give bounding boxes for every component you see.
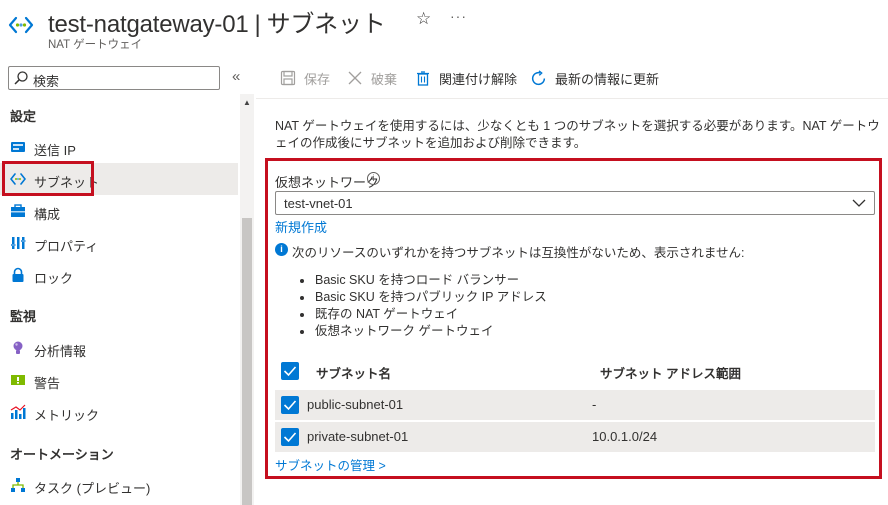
sidebar-item-properties[interactable]: プロパティ xyxy=(0,227,238,259)
list-item: 既存の NAT ゲートウェイ xyxy=(298,306,547,323)
title-separator: | xyxy=(254,11,261,38)
menu-search-input[interactable]: 検索 xyxy=(8,66,220,90)
row-checkbox[interactable] xyxy=(281,428,299,446)
resource-name: test-natgateway-01 xyxy=(48,11,249,38)
subnet-menu-highlight xyxy=(2,161,94,196)
discard-button[interactable]: 破棄 xyxy=(347,64,397,92)
more-options-icon[interactable]: ··· xyxy=(450,8,467,24)
metrics-icon xyxy=(10,404,26,419)
sidebar-item-label: タスク (プレビュー) xyxy=(34,481,151,496)
save-label: 保存 xyxy=(304,71,331,87)
sidebar-item-tasks[interactable]: タスク (プレビュー) xyxy=(0,469,238,501)
sidebar-item-lock[interactable]: ロック xyxy=(0,259,238,291)
insights-icon xyxy=(13,341,23,354)
collapse-menu-icon[interactable]: « xyxy=(232,68,240,85)
section-settings: 設定 xyxy=(10,109,37,124)
trash-icon xyxy=(417,71,429,86)
page-title: test-natgateway-01 | サブネット xyxy=(48,4,386,39)
sidebar-item-configuration[interactable]: 構成 xyxy=(0,195,238,227)
blade-header: test-natgateway-01 | サブネット ☆ ··· NAT ゲートウェ… xyxy=(0,0,888,56)
scroll-up-icon[interactable]: ▲ xyxy=(243,98,251,107)
subnet-name: private-subnet-01 xyxy=(307,429,409,444)
subnet-address-range: 10.0.1.0/24 xyxy=(592,429,658,444)
column-header-subnet-name[interactable]: サブネット名 xyxy=(316,363,391,382)
subnet-name: public-subnet-01 xyxy=(307,397,404,412)
info-filled-icon: i xyxy=(275,243,288,256)
table-row[interactable]: private-subnet-01 10.0.1.0/24 xyxy=(275,422,875,452)
refresh-button[interactable]: 最新の情報に更新 xyxy=(530,64,659,92)
save-icon xyxy=(280,70,296,86)
toolbar-divider xyxy=(256,98,888,99)
vnet-dropdown[interactable]: test-vnet-01 xyxy=(275,191,875,215)
save-button[interactable]: 保存 xyxy=(280,64,330,92)
sidebar-item-label: 警告 xyxy=(34,376,61,391)
discard-label: 破棄 xyxy=(371,71,398,87)
list-item: Basic SKU を持つロード バランサー xyxy=(298,272,547,289)
checkmark-icon xyxy=(283,366,297,377)
section-monitoring: 監視 xyxy=(10,309,37,324)
refresh-label: 最新の情報に更新 xyxy=(555,71,660,87)
search-placeholder: 検索 xyxy=(33,74,60,89)
sidebar-item-label: ロック xyxy=(34,271,74,286)
refresh-icon xyxy=(531,69,546,85)
resource-type: NAT ゲートウェイ xyxy=(48,39,143,51)
incompatible-resources-list: Basic SKU を持つロード バランサー Basic SKU を持つパブリッ… xyxy=(298,272,547,340)
column-header-address-range[interactable]: サブネット アドレス範囲 xyxy=(600,363,741,382)
create-new-link[interactable]: 新規作成 xyxy=(275,217,327,236)
search-icon xyxy=(14,71,28,85)
disassociate-label: 関連付け解除 xyxy=(439,71,518,87)
sidebar-item-metrics[interactable]: メトリック xyxy=(0,396,238,428)
incompatibility-notice: 次のリソースのいずれかを持つサブネットは互換性がないため、表示されません: xyxy=(292,246,745,260)
favorite-star-icon[interactable]: ☆ xyxy=(416,9,431,29)
sidebar-item-label: 分析情報 xyxy=(34,344,87,359)
configuration-icon xyxy=(11,204,25,217)
blade-name: サブネット xyxy=(266,11,386,38)
select-all-checkbox[interactable] xyxy=(281,362,299,380)
sidebar-item-outbound-ip[interactable]: 送信 IP xyxy=(0,131,238,163)
vnet-label: 仮想ネットワーク xyxy=(275,175,380,190)
sidebar-item-insights[interactable]: 分析情報 xyxy=(0,332,238,364)
nat-gateway-icon xyxy=(8,16,34,34)
manage-subnets-link[interactable]: サブネットの管理 > xyxy=(275,455,386,474)
disassociate-button[interactable]: 関連付け解除 xyxy=(415,64,517,92)
table-row[interactable]: public-subnet-01 - xyxy=(275,390,875,420)
row-checkbox[interactable] xyxy=(281,396,299,414)
tasks-icon xyxy=(11,478,25,492)
section-automation: オートメーション xyxy=(10,447,114,462)
resource-menu: 検索 « 設定 送信 IP サブネット 構成 プロパティ ロック 監視 分析情報… xyxy=(0,56,254,505)
sidebar-item-label: プロパティ xyxy=(34,239,99,254)
outbound-ip-icon xyxy=(11,142,25,152)
intro-text: NAT ゲートウェイを使用するには、少なくとも 1 つのサブネットを選択する必要… xyxy=(275,119,880,150)
checkmark-icon xyxy=(283,432,297,443)
command-bar: 保存 破棄 関連付け解除 最新の情報に更新 xyxy=(272,64,882,92)
list-item: Basic SKU を持つパブリック IP アドレス xyxy=(298,289,547,306)
sidebar-item-alerts[interactable]: 警告 xyxy=(0,364,238,396)
lock-icon xyxy=(12,267,24,282)
list-item: 仮想ネットワーク ゲートウェイ xyxy=(298,323,547,340)
vnet-selected-value: test-vnet-01 xyxy=(284,196,353,211)
sidebar-item-label: 送信 IP xyxy=(34,143,76,158)
sidebar-scrollbar[interactable]: ▲ xyxy=(240,94,254,505)
info-icon[interactable]: i xyxy=(367,172,380,185)
checkmark-icon xyxy=(283,400,297,411)
chevron-down-icon xyxy=(852,199,866,207)
properties-icon xyxy=(11,237,26,249)
close-icon xyxy=(348,71,362,85)
sidebar-item-label: 構成 xyxy=(34,207,61,222)
alerts-icon xyxy=(11,375,25,385)
sidebar-item-label: メトリック xyxy=(34,408,100,423)
subnet-address-range: - xyxy=(592,397,597,412)
scrollbar-thumb[interactable] xyxy=(242,218,252,505)
